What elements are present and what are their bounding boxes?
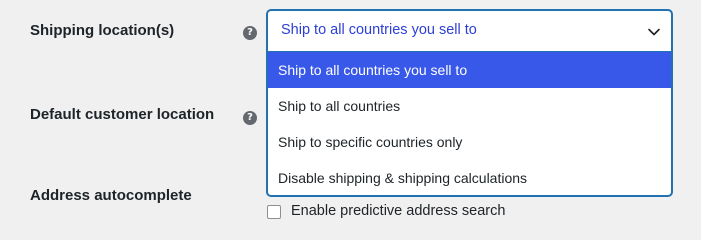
predictive-address-checkbox-label: Enable predictive address search — [291, 203, 506, 219]
address-autocomplete-label: Address autocomplete — [30, 187, 192, 204]
shipping-location-selected-value: Ship to all countries you sell to — [281, 22, 477, 38]
dropdown-option-ship-to-all-countries-you-sell-to[interactable]: Ship to all countries you sell to — [268, 52, 671, 88]
shipping-location-label: Shipping location(s) — [30, 22, 175, 39]
dropdown-option-disable-shipping[interactable]: Disable shipping & shipping calculations — [268, 160, 671, 195]
predictive-address-checkbox[interactable] — [267, 205, 281, 219]
help-icon[interactable]: ? — [243, 111, 257, 125]
dropdown-option-ship-to-specific-countries[interactable]: Ship to specific countries only — [268, 124, 671, 160]
default-customer-location-label: Default customer location — [30, 106, 215, 123]
chevron-down-icon — [648, 28, 660, 36]
shipping-location-dropdown: Ship to all countries you sell to Ship t… — [267, 52, 672, 196]
shipping-location-select[interactable]: Ship to all countries you sell to — [267, 10, 672, 52]
dropdown-option-ship-to-all-countries[interactable]: Ship to all countries — [268, 88, 671, 124]
help-icon[interactable]: ? — [243, 26, 257, 40]
